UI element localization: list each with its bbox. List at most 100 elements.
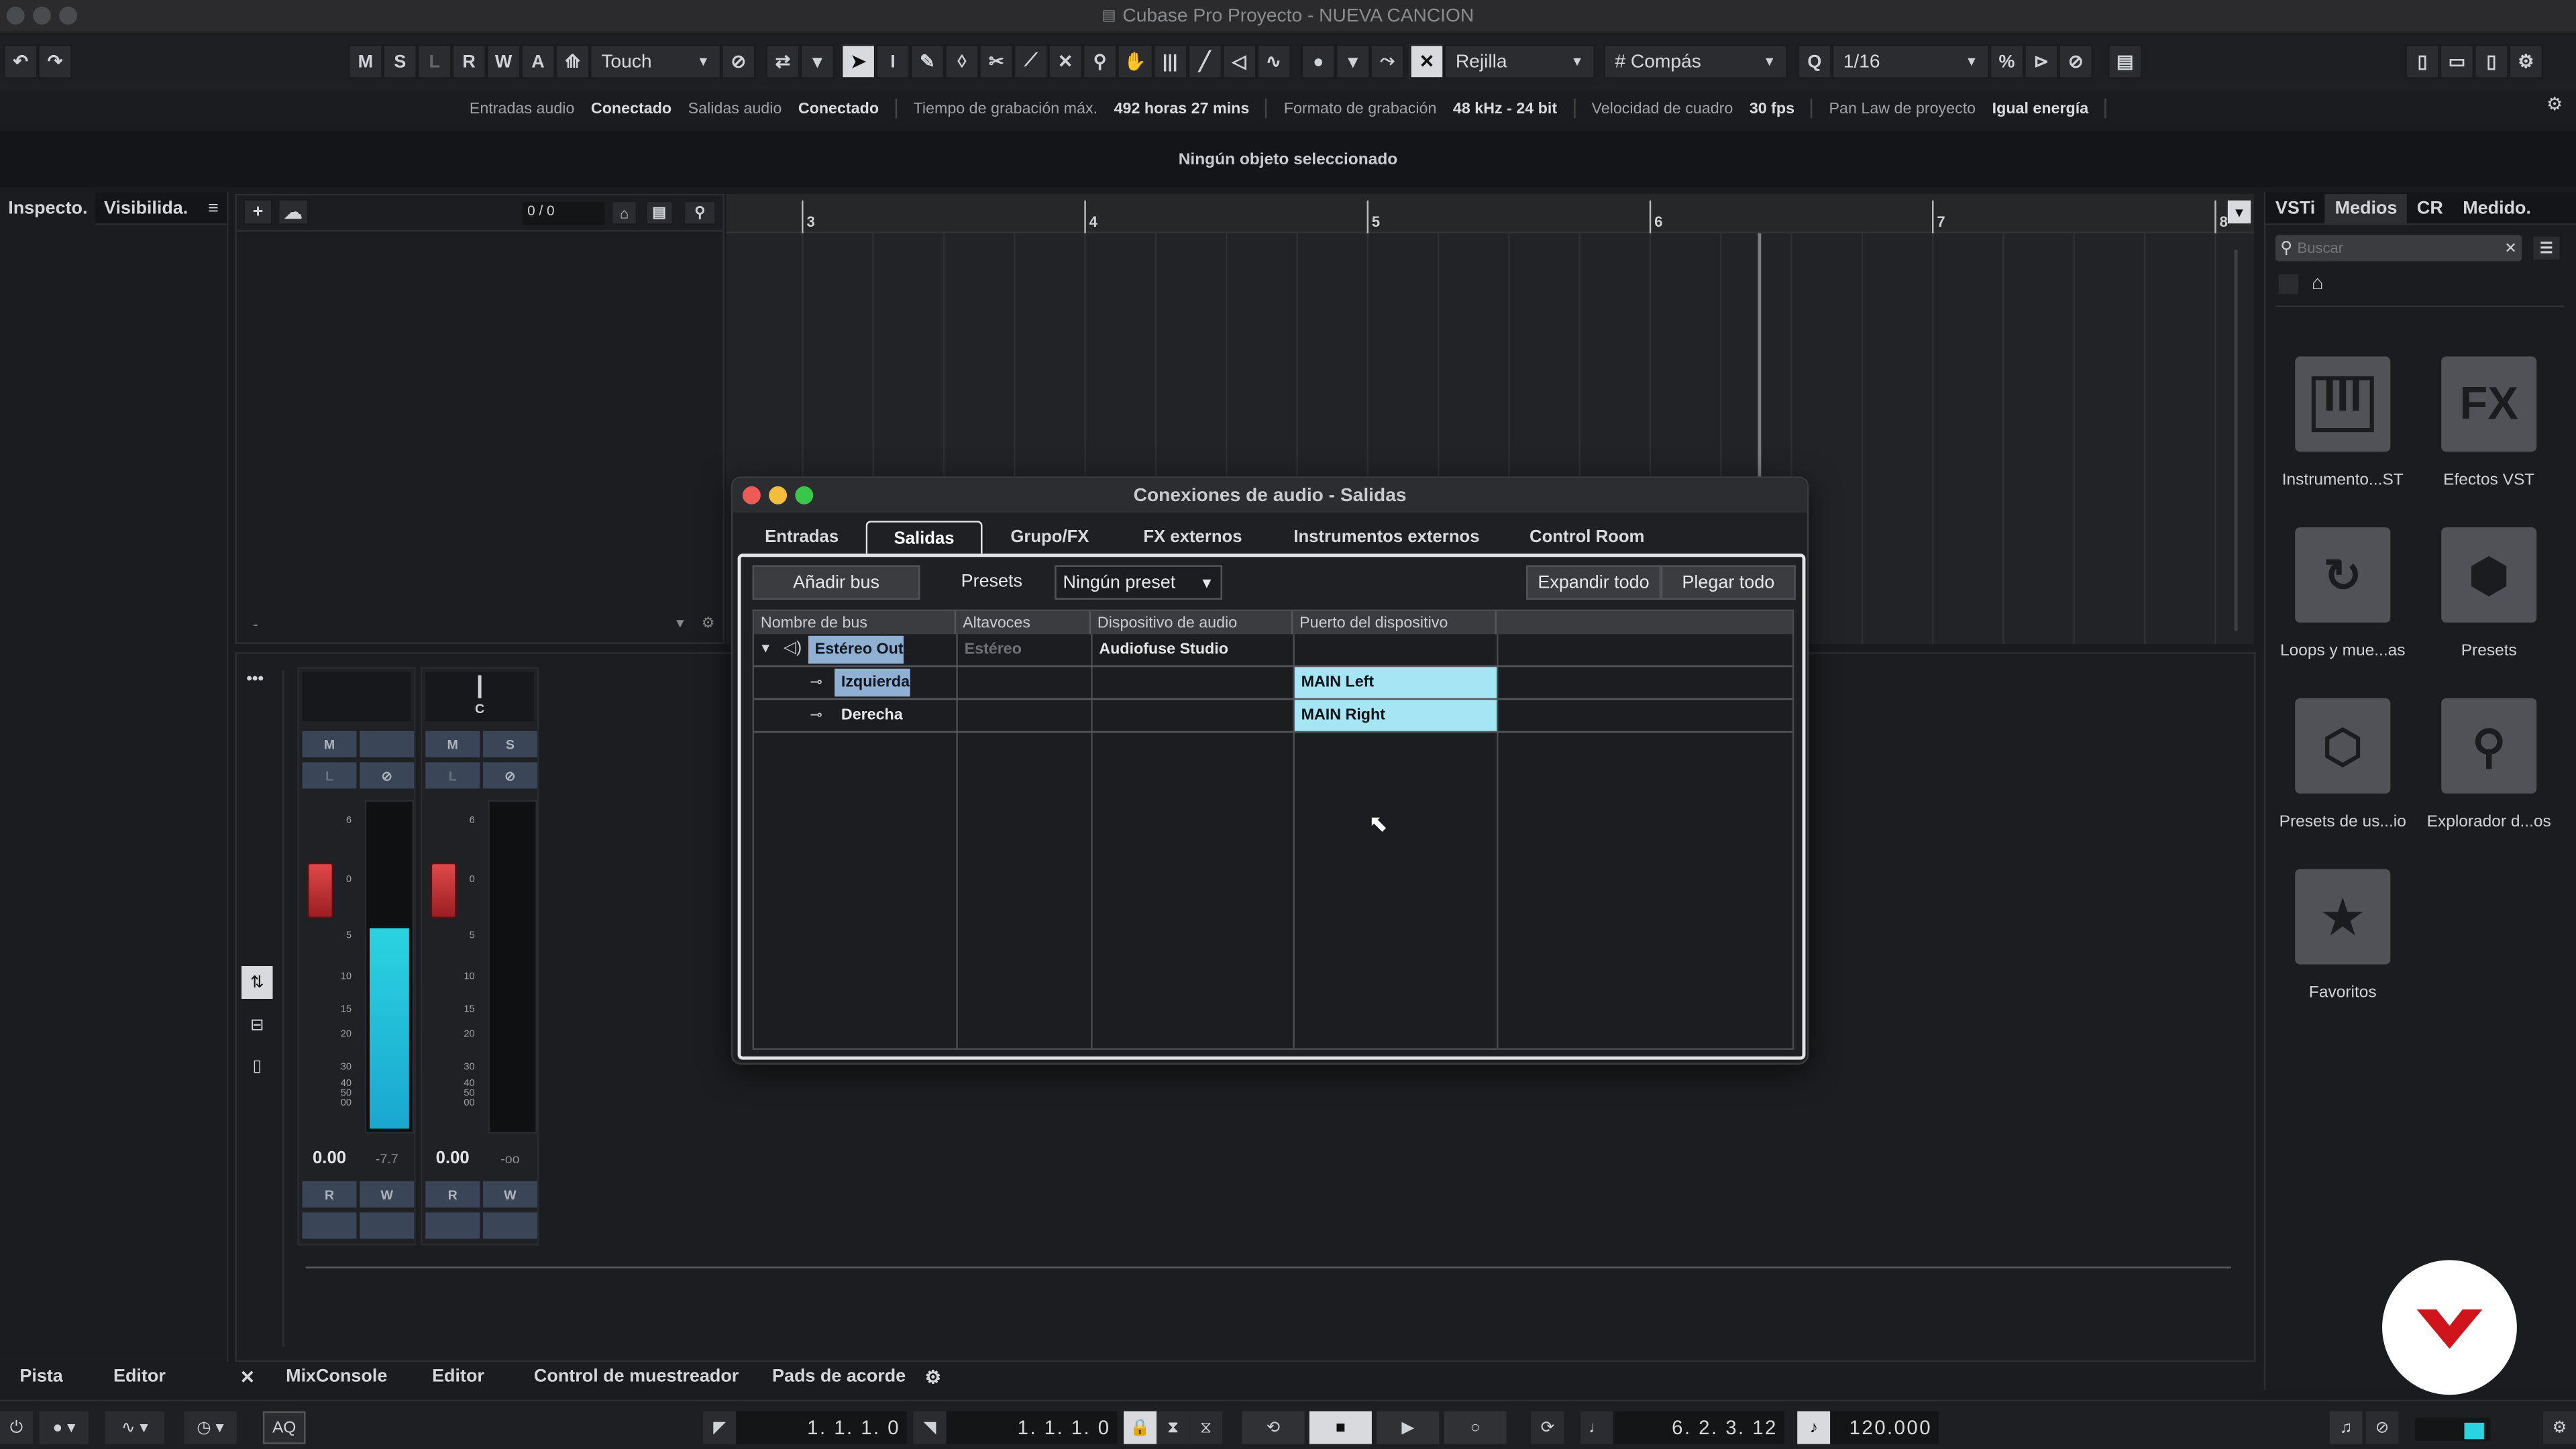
autoscroll-menu-icon[interactable]: ▾: [800, 44, 835, 79]
channel-empty-slot[interactable]: [425, 1212, 480, 1239]
punch-out-icon[interactable]: ⧖: [1189, 1411, 1223, 1444]
solo-button[interactable]: S: [483, 731, 537, 757]
quantize-reset-icon[interactable]: ⊘: [2058, 44, 2094, 79]
search-icon[interactable]: ⚲: [683, 200, 716, 225]
color-tool-icon[interactable]: ●: [1301, 44, 1336, 79]
lock-icon[interactable]: 🔒: [1124, 1411, 1157, 1444]
fader-view-icon[interactable]: ⇅: [241, 966, 273, 999]
write-automation-button[interactable]: W: [483, 1181, 537, 1208]
disable-icon[interactable]: ⊘: [2365, 1411, 2399, 1444]
tab-inspector[interactable]: Inspecto.: [0, 191, 96, 225]
expand-triangle-icon[interactable]: ▼: [759, 641, 771, 655]
mute-all-button[interactable]: M: [348, 44, 383, 79]
list-icon[interactable]: ▤: [645, 200, 673, 225]
column-header-audio-device[interactable]: Dispositivo de audio: [1091, 611, 1293, 635]
frame-rate-value[interactable]: 30 fps: [1750, 99, 1794, 117]
channel-pan-panel[interactable]: C: [425, 672, 534, 722]
object-selection-tool-icon[interactable]: ➤: [841, 44, 876, 79]
tuner-icon[interactable]: ♫: [2329, 1411, 2363, 1444]
channel-empty-slot[interactable]: [302, 1212, 357, 1239]
quantize-select[interactable]: 1/16 ▼: [1831, 44, 1990, 79]
record-icon[interactable]: ○: [1444, 1411, 1507, 1444]
tab-chord-pads[interactable]: Pads de acorde: [772, 1367, 906, 1387]
more-icon[interactable]: •••: [246, 670, 264, 688]
hand-tool-icon[interactable]: ✋: [1117, 44, 1153, 79]
gear-icon[interactable]: ⚙: [925, 1367, 941, 1388]
close-icon[interactable]: ✕: [240, 1367, 256, 1388]
column-header-bus-name[interactable]: Nombre de bus: [754, 611, 957, 635]
quantize-apply-icon[interactable]: ⊳: [2024, 44, 2059, 79]
status-gear-icon[interactable]: ⚙: [2546, 94, 2563, 115]
read-all-button[interactable]: R: [451, 44, 486, 79]
media-bay-layout-icon[interactable]: ▤: [2108, 44, 2143, 79]
power-icon[interactable]: ⏻: [0, 1411, 33, 1444]
position-display[interactable]: 6. 2. 3. 12: [1613, 1411, 1784, 1444]
inserts-view-icon[interactable]: ⊟: [241, 1009, 273, 1042]
record-format-value[interactable]: 48 kHz - 24 bit: [1453, 99, 1557, 117]
listen-button[interactable]: L: [302, 762, 357, 789]
pencil-tool-icon[interactable]: ✎: [910, 44, 945, 79]
add-bus-button[interactable]: Añadir bus: [752, 565, 920, 600]
add-track-icon[interactable]: +: [243, 199, 273, 225]
piano-icon[interactable]: [2295, 356, 2391, 452]
write-automation-button[interactable]: W: [360, 1181, 415, 1208]
snap-toggle-icon[interactable]: ✕: [1409, 44, 1444, 79]
left-locator-icon[interactable]: ◤: [703, 1411, 737, 1444]
warp-tool-icon[interactable]: ∿: [1256, 44, 1291, 79]
tab-editor[interactable]: Editor: [432, 1367, 484, 1387]
peak-value[interactable]: -oo: [483, 1145, 537, 1171]
read-automation-button[interactable]: R: [425, 1181, 480, 1208]
home-icon[interactable]: ⌂: [611, 200, 638, 225]
bus-name[interactable]: Estéreo Out: [808, 635, 904, 664]
preset-select[interactable]: Ningún preset ▼: [1055, 565, 1223, 600]
color-menu-icon[interactable]: ▾: [1336, 44, 1371, 79]
minimize-window-button[interactable]: [32, 6, 51, 25]
channel-empty-slot[interactable]: [360, 1212, 415, 1239]
comp-tool-icon[interactable]: |||: [1152, 44, 1187, 79]
gear-icon[interactable]: ⚙: [2508, 44, 2544, 79]
close-window-button[interactable]: [6, 6, 25, 25]
meter-view-icon[interactable]: ▯: [241, 1050, 273, 1083]
snap-type-select[interactable]: Rejilla ▼: [1444, 44, 1595, 79]
tab-outputs[interactable]: Salidas: [865, 521, 983, 554]
tab-meter[interactable]: Medido.: [2453, 193, 2541, 223]
horizontal-scrollbar[interactable]: [305, 1267, 2231, 1269]
read-automation-button[interactable]: R: [302, 1181, 357, 1208]
fx-icon[interactable]: FX: [2441, 356, 2537, 452]
minimize-dialog-button[interactable]: [769, 486, 788, 504]
metronome-icon[interactable]: ◷ ▾: [184, 1411, 237, 1444]
tab-group-fx[interactable]: Grupo/FX: [989, 521, 1110, 553]
media-item-label[interactable]: Instrumento...ST: [2261, 472, 2425, 490]
line-tool-icon[interactable]: ╱: [1187, 44, 1222, 79]
punch-in-icon[interactable]: ⧗: [1157, 1411, 1190, 1444]
left-locator-display[interactable]: 1. 1. 1. 0: [736, 1411, 907, 1444]
channel-empty-slot[interactable]: [483, 1212, 537, 1239]
autoscroll-icon[interactable]: ⇄: [765, 44, 800, 79]
iterative-quantize-icon[interactable]: %: [1989, 44, 2025, 79]
table-row[interactable]: ⊸ Derecha MAIN Right: [754, 700, 1792, 733]
device-port-cell[interactable]: MAIN Right: [1294, 700, 1497, 731]
menu-icon[interactable]: ≡: [208, 198, 219, 217]
tempo-track-icon[interactable]: ♪: [1797, 1411, 1831, 1444]
right-zone-toggle-icon[interactable]: ▯: [2474, 44, 2509, 79]
tab-control-room[interactable]: Control Room: [1505, 521, 1669, 553]
mute-tool-icon[interactable]: ✕: [1048, 44, 1083, 79]
list-view-icon[interactable]: ☰: [2531, 235, 2561, 262]
stop-icon[interactable]: ■: [1309, 1411, 1372, 1444]
zoom-slider[interactable]: [2234, 250, 2238, 631]
expand-all-button[interactable]: Expandir todo: [1526, 565, 1661, 600]
bus-speakers[interactable]: Estéreo: [958, 634, 1022, 665]
left-zone-toggle-icon[interactable]: ▯: [2405, 44, 2440, 79]
clear-search-icon[interactable]: ✕: [2504, 239, 2516, 257]
snap-zero-crossing-icon[interactable]: ⤳: [1370, 44, 1405, 79]
star-icon[interactable]: ★: [2295, 869, 2391, 965]
gear-icon[interactable]: ⚙: [702, 614, 715, 633]
record-mode-icon[interactable]: ● ▾: [39, 1411, 89, 1444]
mute-button[interactable]: M: [425, 731, 480, 757]
tab-external-instruments[interactable]: Instrumentos externos: [1275, 521, 1498, 553]
channel-name[interactable]: Derecha: [835, 700, 903, 731]
right-locator-display[interactable]: 1. 1. 1. 0: [946, 1411, 1118, 1444]
zoom-dialog-button[interactable]: [795, 486, 814, 504]
eraser-tool-icon[interactable]: ◊: [945, 44, 979, 79]
tab-inputs[interactable]: Entradas: [744, 521, 859, 553]
